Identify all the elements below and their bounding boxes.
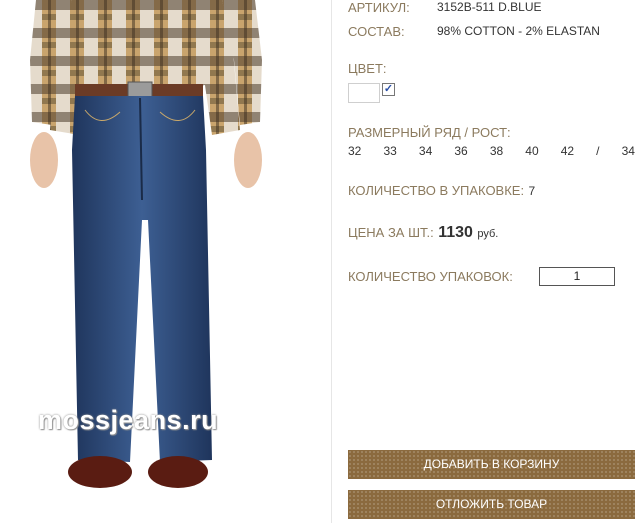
height-item: 34 <box>621 144 635 158</box>
sizes-label: РАЗМЕРНЫЙ РЯД / РОСТ: <box>348 125 511 140</box>
size-item: 40 <box>525 144 539 158</box>
color-swatch[interactable] <box>348 83 380 103</box>
save-item-button[interactable]: ОТЛОЖИТЬ ТОВАР <box>348 490 635 519</box>
color-checkbox[interactable]: ✓ <box>382 83 395 96</box>
article-label: АРТИКУЛ: <box>348 0 410 15</box>
price-row: ЦЕНА ЗА ШТ.: 1130 руб. <box>348 224 498 242</box>
pack-label: КОЛИЧЕСТВО В УПАКОВКЕ: <box>348 183 525 198</box>
product-photo-jeans <box>30 0 262 488</box>
price-label: ЦЕНА ЗА ШТ.: <box>348 225 434 240</box>
size-item: 42 <box>560 144 575 158</box>
qty-label: КОЛИЧЕСТВО УПАКОВОК: <box>348 269 513 284</box>
watermark: mossjeans.ru <box>38 405 219 435</box>
color-label: ЦВЕТ: <box>348 61 387 76</box>
add-to-cart-button[interactable]: ДОБАВИТЬ В КОРЗИНУ <box>348 450 635 479</box>
size-item: 34 <box>418 144 433 158</box>
size-item: 36 <box>454 144 468 158</box>
price-value: 1130 <box>438 224 473 241</box>
qty-input[interactable]: 1 <box>539 267 615 286</box>
size-list: 32 33 34 36 38 40 42 / 34 <box>348 144 635 158</box>
composition-label: СОСТАВ: <box>348 24 405 39</box>
pack-count: КОЛИЧЕСТВО В УПАКОВКЕ: 7 <box>348 182 535 200</box>
product-photo: mossjeans.ru <box>0 0 332 523</box>
size-separator: / <box>596 144 600 158</box>
pack-value: 7 <box>528 184 536 198</box>
size-item: 38 <box>489 144 504 158</box>
article-value: 3152B-511 D.BLUE <box>437 0 542 14</box>
size-item: 32 <box>348 144 362 158</box>
size-item: 33 <box>383 144 397 158</box>
composition-value: 98% COTTON - 2% ELASTAN <box>437 24 600 38</box>
price-currency: руб. <box>477 228 499 240</box>
